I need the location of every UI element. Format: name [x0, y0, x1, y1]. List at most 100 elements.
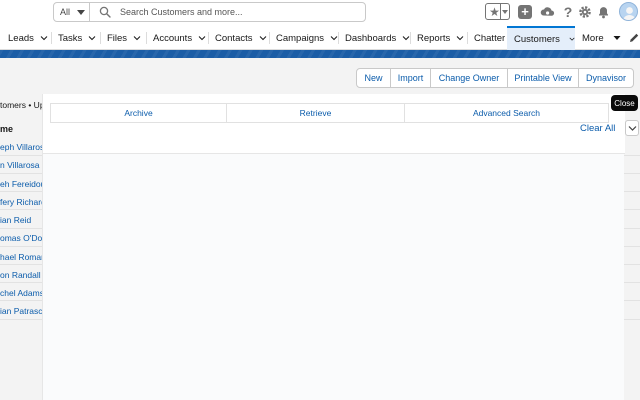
row-divider	[0, 155, 42, 156]
row-divider	[624, 264, 640, 265]
row-divider	[624, 209, 640, 210]
nav-item-label: Accounts	[153, 33, 192, 44]
table-row[interactable]: hael Roman	[0, 252, 46, 262]
row-divider	[0, 300, 42, 301]
chevron-down-icon[interactable]	[259, 34, 267, 42]
bell-icon[interactable]	[597, 3, 610, 21]
plus-icon[interactable]: +	[518, 5, 532, 19]
dynavisor-panel: Archive Retrieve Advanced Search Clear A…	[42, 94, 624, 400]
chevron-down-icon[interactable]	[198, 34, 206, 42]
nav-item-dashboards[interactable]: Dashboards	[345, 26, 410, 50]
row-divider	[0, 173, 42, 174]
close-button[interactable]: Close	[611, 95, 638, 111]
row-divider	[0, 246, 42, 247]
star-icon: ★	[489, 6, 500, 18]
nav-item-label: Chatter	[474, 33, 505, 44]
chevron-down-icon[interactable]	[133, 34, 141, 42]
table-row[interactable]: ian Reid	[0, 215, 31, 225]
app-nav-bar: Leads Tasks Files Accounts Contacts Camp…	[0, 26, 640, 50]
nav-divider	[51, 32, 52, 44]
chevron-down-icon	[628, 125, 637, 132]
gear-icon[interactable]	[578, 3, 592, 21]
table-row[interactable]: n Villarosa	[0, 160, 40, 170]
table-row[interactable]: ian Patrasc	[0, 306, 43, 316]
table-row[interactable]: eh Fereidou	[0, 179, 45, 189]
row-divider	[624, 173, 640, 174]
cloud-icon[interactable]	[540, 3, 555, 21]
row-divider	[624, 300, 640, 301]
search-input[interactable]	[120, 7, 360, 17]
import-button[interactable]: Import	[391, 69, 431, 87]
favorites-dropdown-icon[interactable]	[500, 4, 509, 19]
tab-retrieve[interactable]: Retrieve	[227, 104, 405, 122]
table-row[interactable]: omas O'Don	[0, 233, 47, 243]
tab-archive[interactable]: Archive	[51, 104, 227, 122]
global-search[interactable]	[89, 2, 366, 22]
row-divider	[624, 228, 640, 229]
chevron-down-icon[interactable]	[40, 34, 48, 42]
chevron-down-icon[interactable]	[569, 35, 575, 43]
table-row[interactable]: chel Adams	[0, 288, 44, 298]
brand-band	[0, 50, 640, 58]
nav-item-files[interactable]: Files	[107, 26, 141, 50]
search-scope-select[interactable]: All	[53, 2, 90, 22]
row-divider	[0, 191, 42, 192]
list-view-context: tomers • Up	[0, 100, 45, 110]
nav-item-chatter[interactable]: Chatter	[474, 26, 505, 50]
table-row[interactable]: fery Richard	[0, 197, 46, 207]
row-divider	[624, 282, 640, 283]
nav-item-label: Dashboards	[345, 33, 396, 44]
nav-item-label: Tasks	[58, 33, 82, 44]
row-divider	[0, 282, 42, 283]
printable-view-button[interactable]: Printable View	[508, 69, 579, 87]
row-divider	[0, 264, 42, 265]
chevron-down-icon[interactable]	[456, 34, 464, 42]
panel-tabs: Archive Retrieve Advanced Search	[50, 103, 609, 123]
row-divider	[0, 209, 42, 210]
dynavisor-button[interactable]: Dynavisor	[579, 69, 633, 87]
nav-divider	[269, 32, 270, 44]
caret-down-icon	[613, 34, 621, 42]
new-button[interactable]: New	[357, 69, 391, 87]
nav-item-tasks[interactable]: Tasks	[58, 26, 96, 50]
nav-item-reports[interactable]: Reports	[417, 26, 464, 50]
tab-advanced-search[interactable]: Advanced Search	[405, 104, 608, 122]
nav-divider	[208, 32, 209, 44]
table-row[interactable]: on Randall	[0, 270, 41, 280]
change-owner-button[interactable]: Change Owner	[431, 69, 508, 87]
nav-divider	[100, 32, 101, 44]
table-row[interactable]: eph Villaros	[0, 142, 44, 152]
chevron-down-icon[interactable]	[330, 34, 338, 42]
nav-item-label: More	[582, 33, 604, 44]
nav-item-leads[interactable]: Leads	[8, 26, 48, 50]
row-divider	[624, 246, 640, 247]
nav-divider	[338, 32, 339, 44]
nav-divider	[410, 32, 411, 44]
help-icon[interactable]: ?	[562, 3, 574, 21]
panel-header: Archive Retrieve Advanced Search Clear A…	[43, 94, 625, 154]
global-header: All ★ + ?	[0, 0, 640, 26]
nav-item-label: Campaigns	[276, 33, 324, 44]
nav-divider	[467, 32, 468, 44]
nav-item-campaigns[interactable]: Campaigns	[276, 26, 338, 50]
nav-item-label: Reports	[417, 33, 450, 44]
user-avatar-icon	[620, 3, 638, 21]
clear-all-link[interactable]: Clear All	[580, 123, 615, 134]
nav-item-label: Leads	[8, 33, 34, 44]
row-divider	[0, 228, 42, 229]
avatar[interactable]	[619, 2, 638, 21]
nav-item-customers[interactable]: Customers	[507, 26, 575, 50]
favorites-button[interactable]: ★	[485, 3, 510, 20]
row-divider	[0, 319, 42, 320]
row-divider	[624, 319, 640, 320]
chevron-down-icon[interactable]	[88, 34, 96, 42]
column-menu-button[interactable]	[625, 120, 639, 136]
nav-item-accounts[interactable]: Accounts	[153, 26, 206, 50]
nav-item-more[interactable]: More	[582, 26, 621, 50]
nav-item-contacts[interactable]: Contacts	[215, 26, 267, 50]
search-icon	[99, 6, 111, 18]
pencil-icon[interactable]	[628, 32, 640, 44]
column-header-name[interactable]: me	[0, 124, 13, 134]
chevron-down-icon	[77, 10, 85, 15]
row-divider	[624, 191, 640, 192]
